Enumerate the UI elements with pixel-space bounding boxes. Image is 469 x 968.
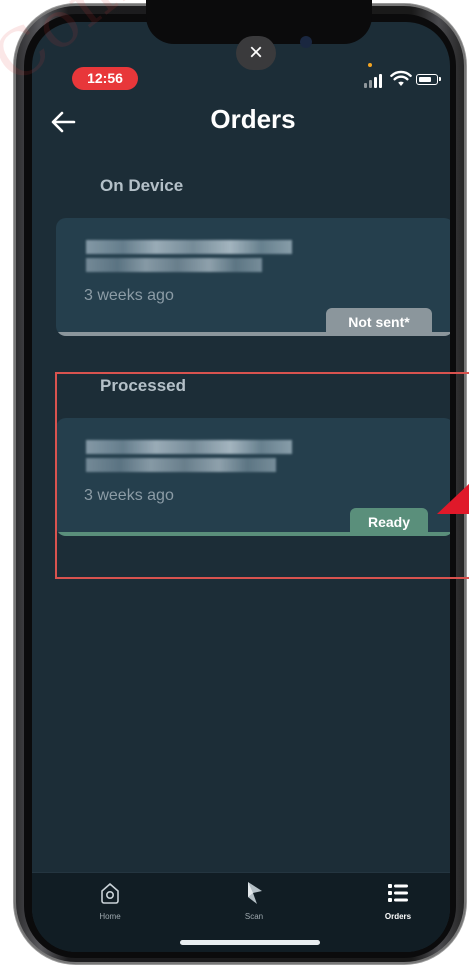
annotation-highlight-box [55,372,469,579]
bottom-tab-bar: Home Scan Orders [32,872,450,952]
home-icon [101,883,119,904]
back-arrow-icon[interactable] [50,110,76,134]
home-indicator[interactable] [180,940,320,945]
scan-icon [248,882,262,904]
front-camera [300,36,312,48]
page: Confidential · Connect On Device 3 weeks… [0,0,469,968]
page-title: Orders [210,104,296,134]
blurred-order-title [86,240,292,254]
blurred-order-subtitle [86,258,262,272]
tab-label-orders: Orders [384,912,412,921]
close-button[interactable]: × [236,36,276,70]
tab-scan[interactable]: Scan [214,880,294,921]
section-label-on-device: On Device [100,176,184,195]
status-bar-time: 12:56 [72,67,138,90]
wifi-icon [390,70,412,86]
tab-label-home: Home [99,912,121,921]
battery-icon [416,74,441,85]
status-bar-icons [364,70,444,90]
order-card-on-device[interactable]: 3 weeks ago Not sent* [56,218,450,336]
orders-list-icon [388,884,408,902]
tab-label-scan: Scan [244,912,264,921]
cellular-signal-icon [364,72,386,88]
annotation-arrow-icon [437,483,469,514]
status-badge-not-sent: Not sent* [326,308,432,336]
tab-bar-divider [32,872,450,873]
activity-dot [368,63,372,67]
order-timestamp: 3 weeks ago [84,287,174,304]
tab-home[interactable]: Home [70,880,150,921]
tab-orders[interactable]: Orders [358,880,438,921]
